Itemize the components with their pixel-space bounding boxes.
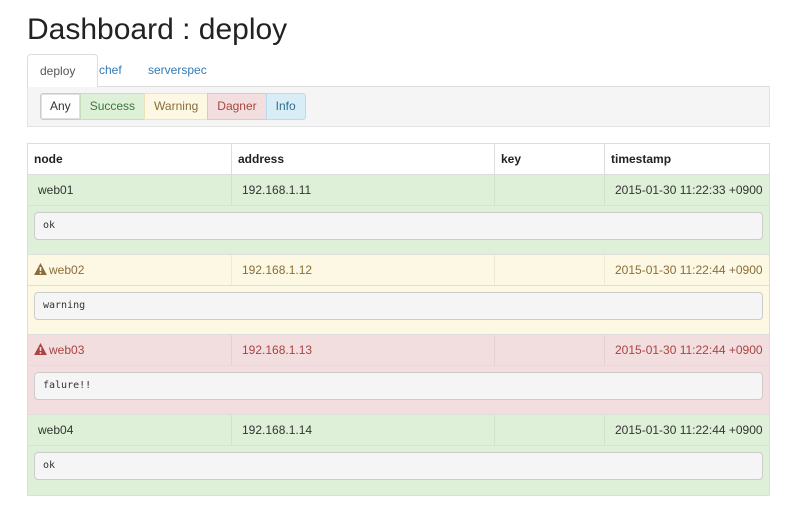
address-cell: 192.168.1.13 xyxy=(232,335,495,365)
row-detail: warning xyxy=(28,286,769,335)
row-detail: ok xyxy=(28,446,769,495)
filter-info-button[interactable]: Info xyxy=(265,93,306,120)
address-cell: 192.168.1.11 xyxy=(232,175,495,205)
timestamp-cell: 2015-01-30 11:22:44 +0900 xyxy=(615,343,763,357)
column-header-node: node xyxy=(28,144,232,174)
table-row[interactable]: web01 192.168.1.11 2015-01-30 11:22:33 +… xyxy=(28,175,769,206)
tab-chef[interactable]: chef xyxy=(87,54,134,87)
table-row[interactable]: web02 192.168.1.12 2015-01-30 11:22:44 +… xyxy=(28,255,769,286)
filter-any-button[interactable]: Any xyxy=(40,93,81,120)
filter-danger-button[interactable]: Dagner xyxy=(207,93,267,120)
key-cell xyxy=(495,415,605,445)
column-header-key: key xyxy=(495,144,605,174)
row-detail: falure!! xyxy=(28,366,769,415)
key-cell xyxy=(495,175,605,205)
output-block: ok xyxy=(34,212,763,240)
timestamp-cell: 2015-01-30 11:22:33 +0900 xyxy=(615,183,763,197)
filter-success-button[interactable]: Success xyxy=(79,93,146,120)
table-row[interactable]: web03 192.168.1.13 2015-01-30 11:22:44 +… xyxy=(28,335,769,366)
table-header: node address key timestamp xyxy=(28,144,769,175)
address-cell: 192.168.1.14 xyxy=(232,415,495,445)
status-filter-group: Any Success Warning Dagner Info xyxy=(40,93,306,121)
address-cell: 192.168.1.12 xyxy=(232,255,495,285)
timestamp-cell: 2015-01-30 11:22:44 +0900 xyxy=(615,423,763,437)
node-name: web02 xyxy=(49,263,85,277)
node-cell: web02 xyxy=(28,255,232,285)
column-header-address: address xyxy=(232,144,495,174)
filter-bar: Any Success Warning Dagner Info xyxy=(27,87,770,127)
column-header-timestamp: timestamp xyxy=(611,152,672,166)
row-detail: ok xyxy=(28,206,769,255)
tab-bar: deploy chef serverspec xyxy=(27,54,770,88)
warning-icon xyxy=(34,263,47,275)
node-name: web04 xyxy=(38,423,74,437)
node-cell: web01 xyxy=(28,175,232,205)
results-table: node address key timestamp web01 192.168… xyxy=(27,143,770,496)
timestamp-cell: 2015-01-30 11:22:44 +0900 xyxy=(615,263,763,277)
filter-warning-button[interactable]: Warning xyxy=(144,93,209,120)
node-name: web01 xyxy=(38,183,74,197)
page-title: Dashboard : deploy xyxy=(27,13,288,46)
node-name: web03 xyxy=(49,343,85,357)
tab-serverspec[interactable]: serverspec xyxy=(136,54,219,87)
warning-icon xyxy=(34,343,47,355)
table-row[interactable]: web04 192.168.1.14 2015-01-30 11:22:44 +… xyxy=(28,415,769,446)
output-block: falure!! xyxy=(34,372,763,400)
node-cell: web03 xyxy=(28,335,232,365)
key-cell xyxy=(495,335,605,365)
node-cell: web04 xyxy=(28,415,232,445)
output-block: ok xyxy=(34,452,763,480)
output-block: warning xyxy=(34,292,763,320)
key-cell xyxy=(495,255,605,285)
